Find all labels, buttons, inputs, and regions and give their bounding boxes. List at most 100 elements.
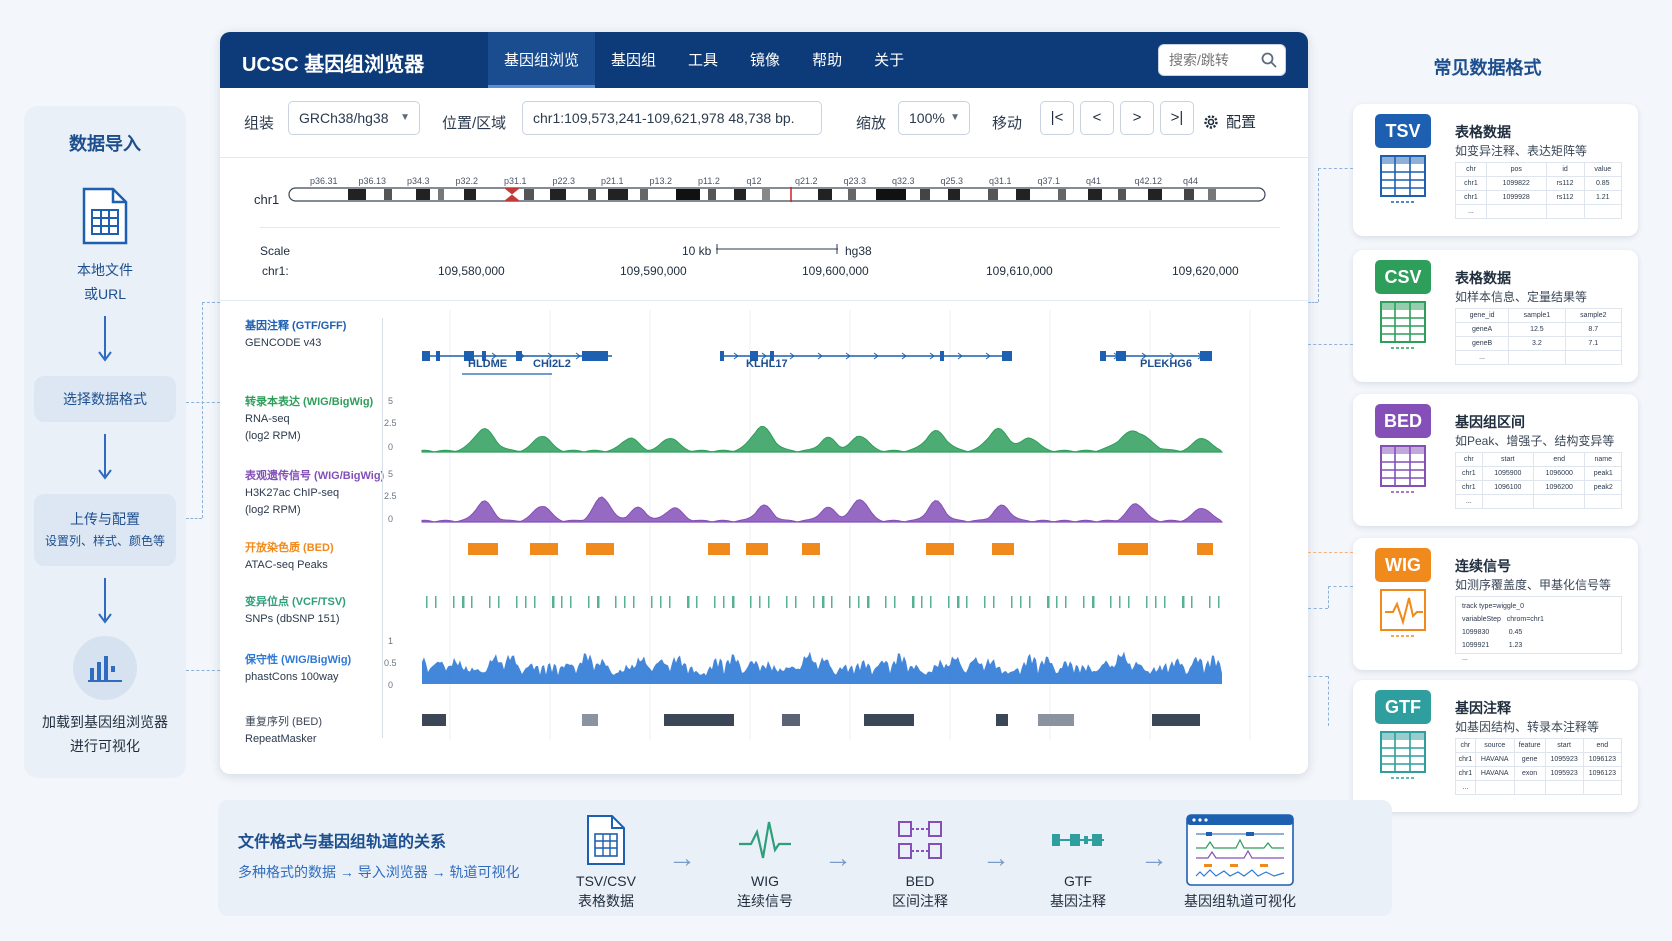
chromosome-band xyxy=(588,189,596,200)
main-nav: 基因组浏览 基因组 工具 镜像 帮助 关于 xyxy=(488,32,920,88)
gene-label[interactable]: HLDME xyxy=(468,358,507,370)
snp-tick xyxy=(921,596,923,608)
table-row: geneB 3.2 7.1 xyxy=(1454,336,1623,351)
track-label-repeatmasker[interactable]: 重复序列 (BED) RepeatMasker xyxy=(245,714,322,748)
snp-tick xyxy=(570,596,572,608)
atac-peak xyxy=(468,543,498,555)
chromosome-band xyxy=(608,189,628,200)
nav-tools[interactable]: 工具 xyxy=(672,32,734,88)
snp-tick xyxy=(813,596,815,608)
table-cell: rs112 xyxy=(1545,176,1585,191)
chevron-down-icon: ▼ xyxy=(400,112,410,123)
nav-about[interactable]: 关于 xyxy=(858,32,920,88)
table-file-icon xyxy=(587,815,625,865)
table-row: chr1 HAVANA gene 1095923 1096123 xyxy=(1455,752,1623,767)
table-row: chr1 1095900 1096000 peak1 xyxy=(1455,466,1622,481)
snp-tick xyxy=(597,596,600,608)
divider xyxy=(220,300,1308,301)
snp-tick xyxy=(1047,596,1050,608)
ideogram-chrom-label: chr1 xyxy=(254,192,280,207)
track-display-area[interactable] xyxy=(392,310,1292,750)
band-label: q44 xyxy=(1183,176,1199,186)
assembly-select[interactable]: GRCh38/hg38 ▼ xyxy=(288,101,420,135)
signal-wave-icon xyxy=(1377,586,1429,643)
chromosome-band xyxy=(1088,189,1102,200)
snp-tick xyxy=(795,596,797,608)
search-icon[interactable] xyxy=(1261,52,1277,68)
snp-tick xyxy=(1182,596,1185,608)
table-cell xyxy=(1508,350,1566,365)
example-line: variableStep chrom=chr1 xyxy=(1462,616,1544,623)
repeat-element xyxy=(864,714,914,726)
snp-tick xyxy=(1092,596,1095,608)
repeat-element xyxy=(1152,714,1200,726)
move-left-button[interactable]: < xyxy=(1080,101,1114,135)
format-card-tsv[interactable]: TSV 表格数据 如变异注释、表达矩阵等 chr pos id value chr1 109… xyxy=(1353,104,1638,236)
relation-visualization: 基因组轨道可视化 xyxy=(1170,814,1310,911)
gene-exon xyxy=(720,351,724,361)
relation-item-name: WIG xyxy=(751,873,779,889)
track-label-chipseq[interactable]: 表观遗传信号 (WIG/BigWig) H3K27ac ChIP-seq (lo… xyxy=(245,468,384,519)
table-cell: ... xyxy=(1455,204,1487,219)
nav-genomes[interactable]: 基因组 xyxy=(595,32,672,88)
snp-tick xyxy=(660,596,662,608)
format-card-wig[interactable]: WIG 连续信号 如测序覆盖度、甲基化信号等 track type=wiggle_… xyxy=(1353,538,1638,670)
search-input[interactable] xyxy=(1159,45,1255,75)
step-select-format[interactable]: 选择数据格式 xyxy=(34,376,176,422)
format-card-bed[interactable]: BED 基因组区间 如Peak、增强子、结构变异等 chr start end name… xyxy=(1353,394,1638,526)
chromosome-ideogram[interactable] xyxy=(288,186,1268,204)
format-badge: TSV xyxy=(1375,114,1431,148)
zoom-select[interactable]: 100% ▼ xyxy=(898,101,970,135)
snp-tick xyxy=(894,596,896,608)
table-header-cell: start xyxy=(1544,738,1584,753)
relation-subtitle: 多种格式的数据 → 导入浏览器 → 轨道可视化 xyxy=(238,864,520,880)
gene-exon xyxy=(1002,351,1012,361)
track-label-phastcons[interactable]: 保守性 (WIG/BigWig) phastCons 100way xyxy=(245,652,351,686)
track-label-atac[interactable]: 开放染色质 (BED) ATAC-seq Peaks xyxy=(245,540,334,574)
config-button[interactable]: 配置 xyxy=(1202,111,1256,132)
band-label: p11.2 xyxy=(698,176,720,186)
snp-tick xyxy=(534,596,536,608)
gene-exon xyxy=(1100,351,1106,361)
down-arrow-icon xyxy=(98,578,112,624)
atac-peak xyxy=(586,543,614,555)
table-row: chr1 HAVANA exon 1095923 1096123 xyxy=(1455,766,1623,781)
track-name: GENCODE v43 xyxy=(245,337,322,349)
table-row: ... xyxy=(1455,494,1622,509)
interval-bracket-icon xyxy=(898,821,942,859)
nav-mirrors[interactable]: 镜像 xyxy=(734,32,796,88)
gene-structure-icon xyxy=(1052,834,1104,846)
track-label-rnaseq[interactable]: 转录本表达 (WIG/BigWig) RNA-seq (log2 RPM) xyxy=(245,394,373,445)
repeat-element xyxy=(422,714,446,726)
snp-tick xyxy=(1029,596,1031,608)
gene-label[interactable]: CHI2L2 xyxy=(533,358,571,370)
repeat-element xyxy=(582,714,598,726)
position-input[interactable]: chr1:109,573,241-109,621,978 48,738 bp. xyxy=(522,101,822,135)
gene-label[interactable]: KLHL17 xyxy=(746,358,788,370)
format-name: 表格数据 xyxy=(1455,270,1511,286)
step-upload-config[interactable]: 上传与配置 设置列、样式、颜色等 xyxy=(34,494,176,566)
table-cell xyxy=(1582,780,1623,795)
band-label: q21.2 xyxy=(795,176,818,186)
table-cell: chr1 xyxy=(1455,190,1487,205)
formats-title: 常见数据格式 xyxy=(1433,58,1542,78)
format-card-gtf[interactable]: GTF 基因注释 如基因结构、转录本注释等 chr source feature sta… xyxy=(1353,680,1638,812)
atac-peak xyxy=(926,543,954,555)
gene-exon xyxy=(422,351,430,361)
move-right-button[interactable]: > xyxy=(1120,101,1154,135)
track-label-gencode[interactable]: 基因注释 (GTF/GFF) GENCODE v43 xyxy=(245,318,346,352)
format-card-csv[interactable]: CSV 表格数据 如样本信息、定量结果等 gene_id sample1 sample… xyxy=(1353,250,1638,382)
nav-genome-browse[interactable]: 基因组浏览 xyxy=(488,32,596,88)
snp-tick xyxy=(930,596,932,608)
nav-help[interactable]: 帮助 xyxy=(796,32,858,88)
jump-start-button[interactable]: |< xyxy=(1040,101,1074,135)
chromosome-band xyxy=(920,189,930,200)
jump-end-button[interactable]: >| xyxy=(1160,101,1194,135)
step-or-url: 或URL xyxy=(83,286,126,302)
atac-peak xyxy=(992,543,1014,555)
table-row: ... xyxy=(1455,780,1623,795)
gene-label[interactable]: PLEKHG6 xyxy=(1140,358,1192,370)
track-label-snps[interactable]: 变异位点 (VCF/TSV) SNPs (dbSNP 151) xyxy=(245,594,346,628)
snp-tick xyxy=(1164,596,1166,608)
table-cell: 7.1 xyxy=(1564,336,1623,351)
